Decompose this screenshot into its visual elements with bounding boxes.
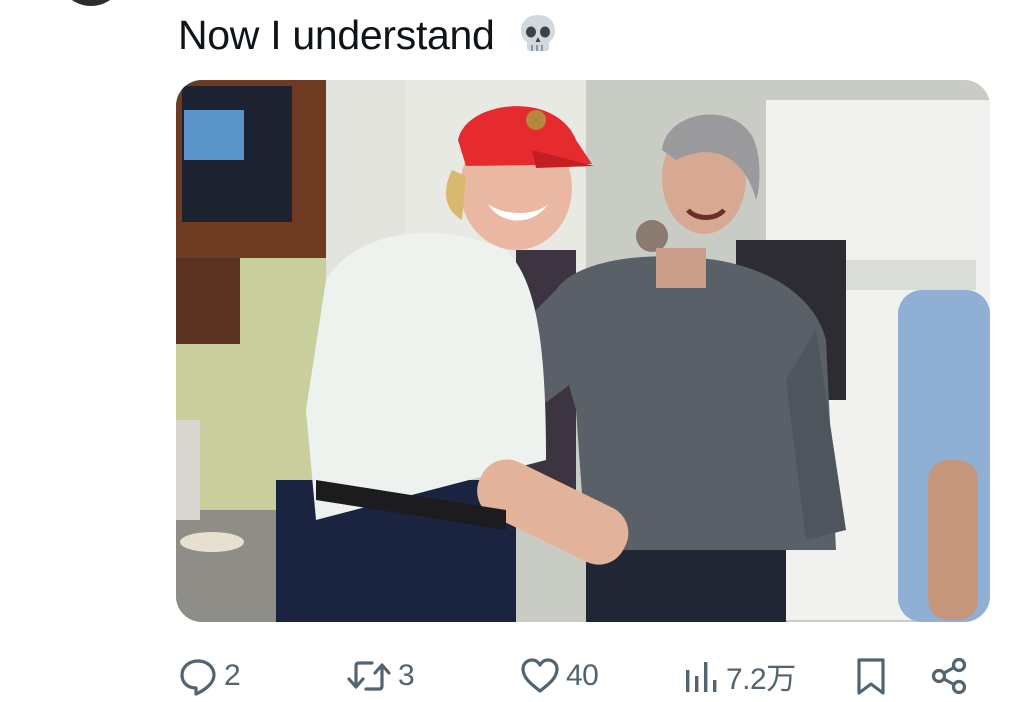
skull-icon — [516, 11, 560, 55]
reply-button[interactable]: 2 — [178, 646, 241, 702]
tweet-text: Now I understand — [178, 12, 495, 58]
avatar[interactable] — [58, 0, 124, 6]
tweet-text-row: Now I understand — [178, 10, 560, 60]
share-icon — [930, 656, 970, 696]
tweet-photo[interactable] — [176, 80, 990, 622]
heart-icon — [520, 656, 560, 696]
tweet-card: Now I understand 2 3 40 7.2万 — [0, 0, 1024, 702]
share-button[interactable] — [930, 646, 970, 702]
reply-count: 2 — [224, 659, 241, 692]
views-button[interactable]: 7.2万 — [682, 646, 796, 702]
bookmark-button[interactable] — [853, 646, 889, 702]
retweet-icon — [346, 656, 392, 696]
bookmark-icon — [853, 656, 889, 696]
retweet-button[interactable]: 3 — [346, 646, 415, 702]
like-count: 40 — [566, 659, 599, 692]
comment-bubble-icon — [178, 656, 218, 696]
like-button[interactable]: 40 — [520, 646, 599, 702]
bar-chart-icon — [682, 656, 720, 696]
views-count: 7.2万 — [726, 663, 796, 696]
retweet-count: 3 — [398, 659, 415, 692]
action-bar: 2 3 40 7.2万 — [0, 646, 1024, 702]
